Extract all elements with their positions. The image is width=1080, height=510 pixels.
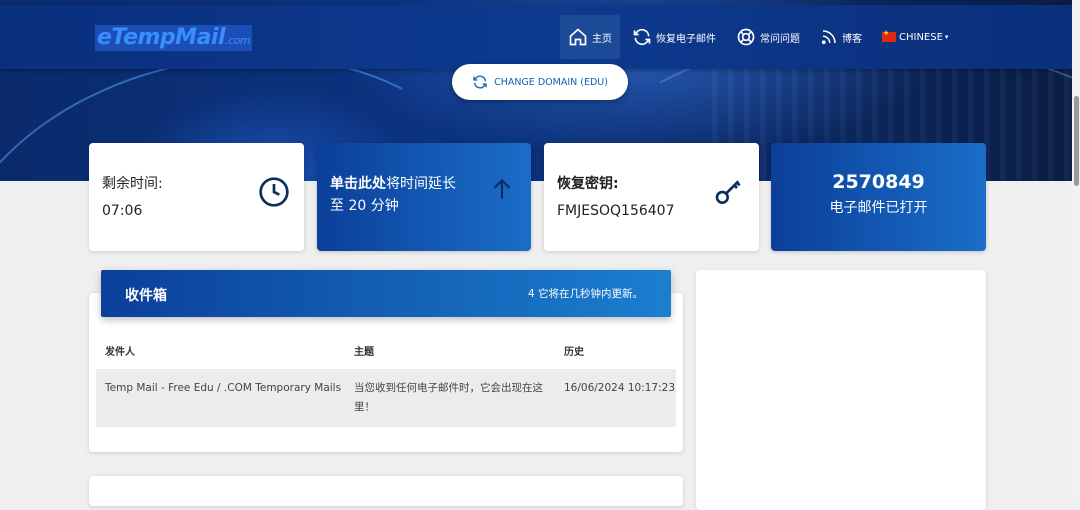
email-date: 16/06/2024 10:17:23 <box>564 382 676 394</box>
inbox-update-status: 4 它将在几秒钟内更新。 <box>527 288 643 300</box>
nav-item-recover-email[interactable]: 恢复电子邮件 <box>624 15 724 59</box>
time-remaining-label: 剩余时间: <box>102 176 163 192</box>
column-header-subject: 主题 <box>354 347 374 358</box>
site-logo[interactable]: eTempMail.com <box>95 25 253 51</box>
refresh-icon <box>633 28 651 46</box>
time-remaining-value: 07:06 <box>102 203 143 219</box>
inbox-header: 收件箱 4 它将在几秒钟内更新。 <box>101 270 671 317</box>
recovery-key-label: 恢复密钥: <box>557 176 619 192</box>
clock-icon <box>259 177 289 207</box>
inbox-title: 收件箱 <box>125 288 167 304</box>
emails-opened-label: 电子邮件已打开 <box>829 200 928 216</box>
key-icon[interactable] <box>713 176 745 208</box>
page-scrollbar[interactable] <box>1072 0 1080 498</box>
table-row[interactable]: Temp Mail - Free Edu / .COM Temporary Ma… <box>96 369 676 427</box>
extend-time-bold: 单击此处 <box>330 176 386 192</box>
arrow-up-icon <box>493 178 511 199</box>
time-remaining-card: 剩余时间: 07:06 <box>89 143 304 251</box>
extend-time-label: 将时间延长 <box>386 176 456 192</box>
nav-item-faq[interactable]: 常问问题 <box>728 15 808 59</box>
recovery-key-value[interactable]: FMJESOQ156407 <box>557 203 674 219</box>
china-flag-icon <box>882 29 896 42</box>
email-sender: Temp Mail - Free Edu / .COM Temporary Ma… <box>105 382 342 394</box>
change-domain-button[interactable]: CHANGE DOMAIN (EDU) <box>452 64 628 100</box>
sidebar-panel <box>696 270 986 510</box>
emails-opened-count: 2570849 <box>832 171 925 193</box>
email-subject: 当您收到任何电子邮件时，它会出现在这里！ <box>354 382 543 413</box>
main-nav: 主页 恢复电子邮件 常问问题 博客 CHINESE ▾ <box>560 15 960 59</box>
column-header-date: 历史 <box>564 347 584 358</box>
caret-down-icon: ▾ <box>944 33 949 41</box>
content-panel <box>89 476 683 506</box>
nav-item-home[interactable]: 主页 <box>560 15 620 59</box>
language-dropdown[interactable]: CHINESE ▾ <box>874 15 956 59</box>
extend-time-card[interactable]: 单击此处将时间延长 至 20 分钟 <box>317 143 531 251</box>
lifebuoy-icon <box>737 28 755 46</box>
rss-icon <box>821 30 836 45</box>
top-navbar: eTempMail.com 主页 恢复电子邮件 常问问题 博客 CHINESE … <box>0 5 1072 69</box>
emails-opened-card: 2570849 电子邮件已打开 <box>771 143 986 251</box>
home-icon <box>569 28 587 46</box>
extend-time-line2: 至 20 分钟 <box>330 198 399 214</box>
recovery-key-card: 恢复密钥: FMJESOQ156407 <box>544 143 759 251</box>
column-header-sender: 发件人 <box>105 347 135 358</box>
scrollbar-thumb[interactable] <box>1074 96 1079 186</box>
refresh-icon <box>473 75 487 89</box>
nav-item-blog[interactable]: 博客 <box>812 15 870 59</box>
